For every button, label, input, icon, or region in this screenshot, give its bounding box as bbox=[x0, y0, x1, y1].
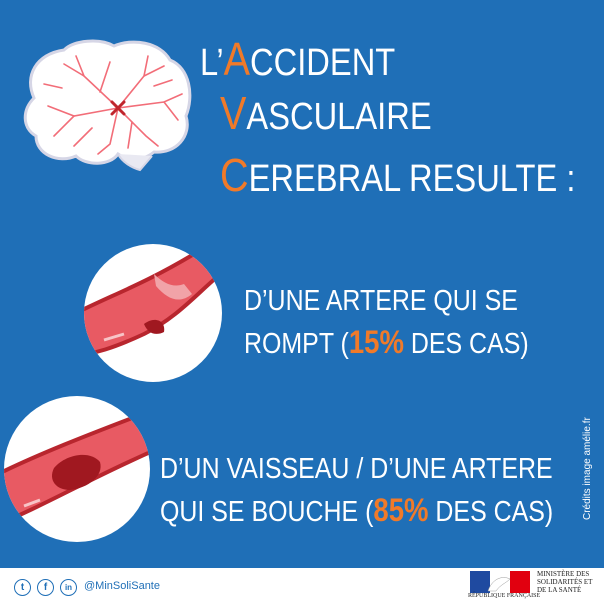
ruptured-artery-illustration bbox=[84, 244, 222, 382]
title-prefix: L’ bbox=[200, 42, 224, 84]
social-handle[interactable]: @MinSoliSante bbox=[84, 580, 160, 592]
blockage-percentage: 85% bbox=[373, 492, 429, 529]
republic-label: RÉPUBLIQUE FRANÇAISE bbox=[468, 593, 541, 599]
image-credits: Crédits image amélie.fr bbox=[582, 417, 593, 520]
title-rest-2: ASCULAIRE bbox=[246, 96, 432, 138]
rupture-line-2-start: ROMPT ( bbox=[244, 328, 349, 361]
blockage-line-2: QUI SE BOUCHE (85% DES CAS) bbox=[160, 489, 553, 532]
artery-rupture-icon bbox=[84, 252, 222, 357]
brain-illustration bbox=[23, 39, 192, 172]
marianne-logo bbox=[470, 571, 530, 593]
footer: t f in @MinSoliSante RÉPUBLIQUE FRANÇAIS… bbox=[0, 568, 604, 604]
infographic: L’ACCIDENT VASCULAIRE CEREBRAL RESULTE :… bbox=[0, 0, 604, 604]
blockage-line-2-start: QUI SE BOUCHE ( bbox=[160, 496, 374, 529]
rupture-line-2-end: DES CAS) bbox=[403, 328, 529, 361]
linkedin-icon[interactable]: in bbox=[60, 579, 77, 596]
rupture-line-1: D’UNE ARTERE QUI SE bbox=[244, 285, 518, 317]
title-line-3: CEREBRAL RESULTE : bbox=[220, 152, 575, 198]
title-letter-c: C bbox=[220, 149, 249, 201]
rupture-line-2: ROMPT (15% DES CAS) bbox=[244, 321, 529, 364]
title-rest-3: EREBRAL RESULTE : bbox=[248, 158, 576, 200]
title-letter-v: V bbox=[220, 87, 247, 139]
title-line-2: VASCULAIRE bbox=[220, 90, 432, 136]
ministry-label: MINISTÈRE DES SOLIDARITÉS ET DE LA SANTÉ bbox=[537, 570, 593, 594]
title-rest-1: CCIDENT bbox=[250, 42, 396, 84]
rupture-text: D’UNE ARTERE QUI SE ROMPT (15% DES CAS) bbox=[244, 282, 529, 364]
artery-blockage-icon bbox=[4, 409, 150, 525]
blockage-text: D’UN VAISSEAU / D’UNE ARTERE QUI SE BOUC… bbox=[160, 450, 553, 532]
rupture-percentage: 15% bbox=[348, 324, 404, 361]
title-letter-a: A bbox=[223, 33, 251, 85]
title-line-1: L’ACCIDENT bbox=[200, 36, 395, 82]
blockage-line-1: D’UN VAISSEAU / D’UNE ARTERE bbox=[160, 453, 553, 485]
twitter-icon[interactable]: t bbox=[14, 579, 31, 596]
facebook-icon[interactable]: f bbox=[37, 579, 54, 596]
blockage-line-2-end: DES CAS) bbox=[428, 496, 554, 529]
blocked-artery-illustration bbox=[4, 396, 150, 542]
